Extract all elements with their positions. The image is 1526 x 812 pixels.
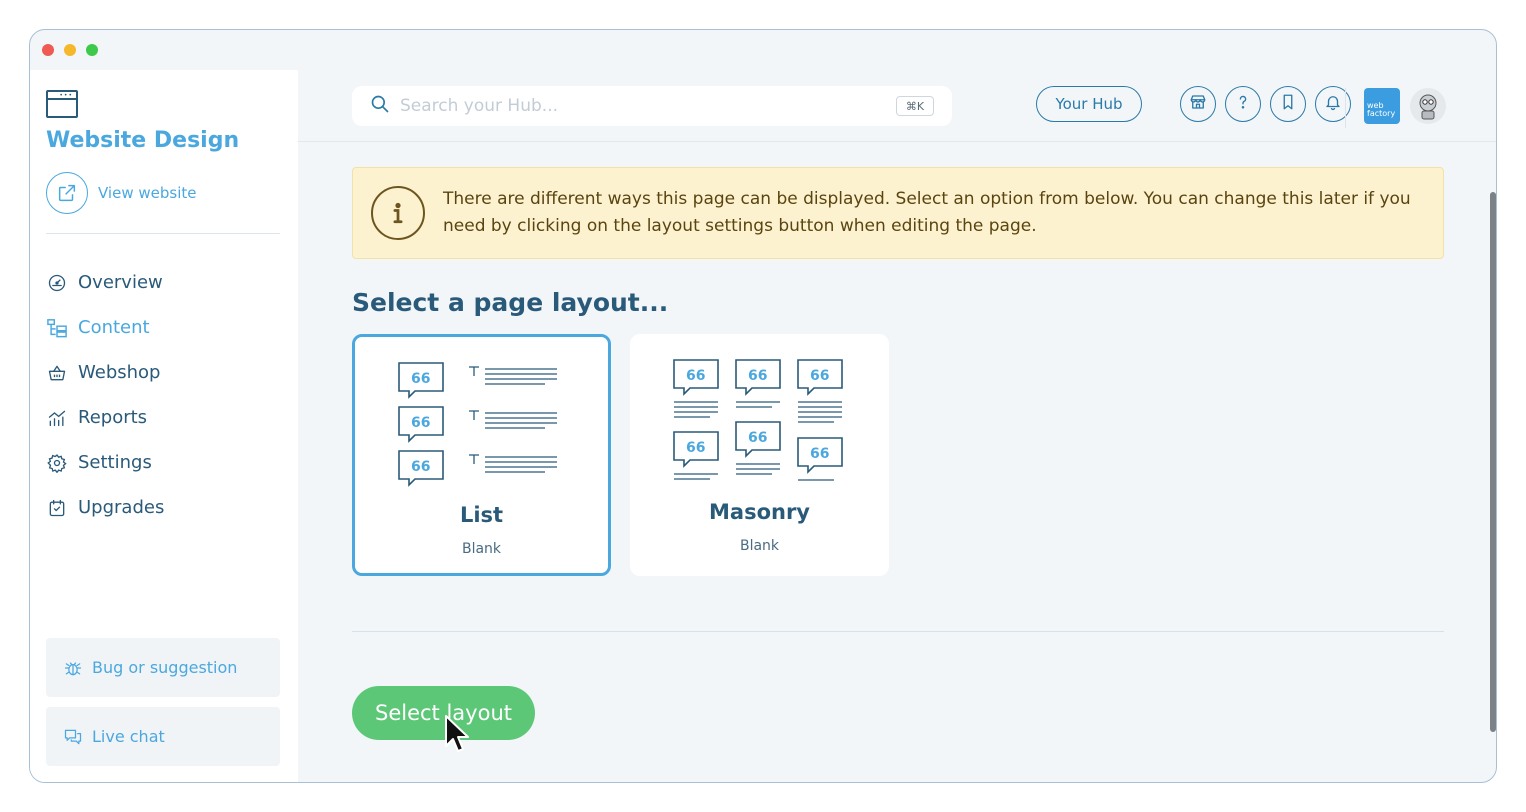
user-avatar[interactable] [1410,88,1446,124]
close-window-button[interactable] [42,44,54,56]
sidebar-item-label: Upgrades [78,497,165,518]
bookmark-icon [1279,93,1297,115]
live-chat-label: Live chat [92,727,165,746]
keyboard-shortcut-badge: ⌘K [896,96,934,116]
title-bar [30,30,1496,70]
store-button[interactable] [1180,86,1216,122]
mouse-cursor-icon [445,715,469,752]
minimize-window-button[interactable] [64,44,76,56]
sidebar-item-label: Content [78,317,150,338]
svg-text:66: 66 [411,371,430,387]
info-alert: There are different ways this page can b… [352,167,1444,259]
help-button[interactable] [1225,86,1261,122]
bug-suggestion-label: Bug or suggestion [92,658,238,677]
browser-window-icon: ••• [46,90,78,118]
sidebar: ••• Website Design View website Overview [30,70,298,782]
sidebar-item-webshop[interactable]: Webshop [46,350,286,395]
search-input[interactable] [400,96,870,116]
layout-name: Masonry [709,500,810,524]
scrollbar-thumb[interactable] [1490,192,1496,732]
your-hub-button[interactable]: Your Hub [1036,86,1142,122]
topbar-separator [1345,88,1346,128]
bug-suggestion-button[interactable]: Bug or suggestion [46,638,280,697]
sidebar-item-label: Overview [78,272,163,293]
maximize-window-button[interactable] [86,44,98,56]
main-content: There are different ways this page can b… [298,142,1496,782]
bookmark-button[interactable] [1270,86,1306,122]
live-chat-button[interactable]: Live chat [46,707,280,766]
sidebar-item-label: Settings [78,452,152,473]
robot-avatar-icon [1419,94,1437,120]
gear-icon [46,452,68,474]
info-alert-text: There are different ways this page can b… [443,189,1411,236]
masonry-layout-illustration-icon: 66 [630,356,889,486]
content-tree-icon [46,317,68,339]
sidebar-item-label: Webshop [78,362,161,383]
sidebar-divider [46,233,280,234]
question-mark-icon [1234,93,1252,115]
basket-icon [46,362,68,384]
search-icon [370,94,390,118]
gauge-icon [46,272,68,294]
chat-bubbles-icon [62,726,84,748]
section-title: Select a page layout... [352,288,669,317]
sidebar-item-overview[interactable]: Overview [46,260,286,305]
search-bar[interactable]: ⌘K [352,86,952,126]
calendar-check-icon [46,497,68,519]
bug-icon [62,657,84,679]
sidebar-item-upgrades[interactable]: Upgrades [46,485,286,530]
sidebar-item-settings[interactable]: Settings [46,440,286,485]
sidebar-item-label: Reports [78,407,148,428]
sidebar-item-reports[interactable]: Reports [46,395,286,440]
layout-card-masonry[interactable]: 66 Masonry Blank [630,334,889,576]
sidebar-nav: Overview Content Webshop Reports Setting… [46,260,286,530]
layout-subtitle: Blank [739,538,780,554]
site-title: Website Design [46,128,240,153]
list-layout-illustration-icon: 66 [355,359,608,489]
external-link-icon [46,172,88,214]
view-website-label: View website [98,184,197,202]
sidebar-item-content[interactable]: Content [46,305,286,350]
top-bar: ⌘K Your Hub web factory [298,70,1496,142]
svg-text:66: 66 [686,368,705,384]
info-icon [371,186,425,240]
store-icon [1189,93,1207,115]
layout-name: List [459,503,504,527]
layout-card-list[interactable]: 66 List Blank [352,334,611,576]
content-divider [352,631,1444,632]
layout-subtitle: Blank [461,541,502,557]
bell-icon [1324,93,1342,115]
view-website-link[interactable]: View website [46,172,196,214]
app-window: ••• Website Design View website Overview [29,29,1497,783]
web-factory-logo[interactable]: web factory [1364,88,1400,124]
chart-icon [46,407,68,429]
